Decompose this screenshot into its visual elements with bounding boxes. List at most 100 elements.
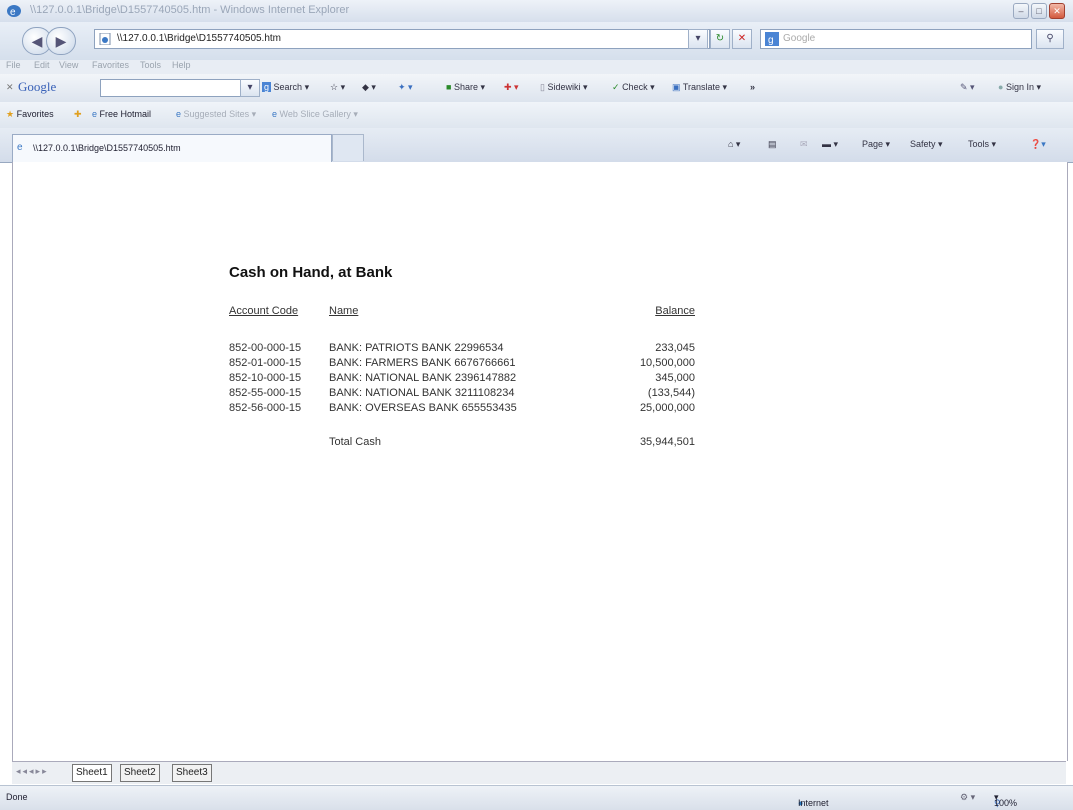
favorites-label: Favorites (16, 109, 54, 119)
feeds-icon[interactable]: ▤ (768, 139, 777, 150)
favorites-button[interactable]: ★ Favorites (6, 109, 54, 120)
page-icon (99, 32, 111, 46)
menu-view[interactable]: View (59, 60, 78, 70)
fav-web-slice-label: Web Slice Gallery (279, 109, 351, 119)
report-title: Cash on Hand, at Bank (229, 264, 393, 281)
svg-text:e: e (10, 7, 16, 18)
toolbar-signin-button[interactable]: ● Sign In ▾ (998, 82, 1041, 93)
toolbar-search-button[interactable]: g Search ▾ (262, 82, 309, 93)
search-button[interactable]: ⚲ (1036, 29, 1064, 49)
row-name: BANK: OVERSEAS BANK 655553435 (329, 402, 517, 414)
title-bar: e \\127.0.0.1\Bridge\D1557740505.htm - W… (0, 0, 1073, 23)
address-row: ◀ ▶ \\127.0.0.1\Bridge\D1557740505.htm ▾… (0, 22, 1073, 60)
toolbar-translate-button[interactable]: ▣ Translate ▾ (672, 82, 727, 93)
read-mail-icon[interactable]: ✉ (800, 139, 808, 150)
toolbar-popup-icon[interactable]: ◆ ▾ (362, 82, 376, 93)
stop-button[interactable]: ✕ (732, 29, 752, 49)
row-name: BANK: NATIONAL BANK 3211108234 (329, 387, 515, 399)
print-icon[interactable]: ▬ ▾ (822, 139, 838, 150)
maximize-button[interactable]: □ (1031, 3, 1047, 19)
browser-tab-active[interactable]: e \\127.0.0.1\Bridge\D1557740505.htm (12, 134, 332, 163)
google-g-icon: g (262, 82, 272, 92)
protected-mode-icon[interactable]: ⚙ ▾ (960, 792, 975, 803)
row-account-code: 852-01-000-15 (229, 357, 302, 369)
toolbar-signin-label: Sign In (1005, 82, 1034, 92)
search-placeholder: Google (783, 33, 816, 44)
menu-file[interactable]: File (6, 60, 21, 70)
toolbar-arrows-icon[interactable]: ✦ ▾ (398, 82, 413, 93)
fav-web-slice-gallery[interactable]: e Web Slice Gallery ▾ (272, 109, 358, 120)
toolbar-translate-label: Translate (682, 82, 721, 92)
menu-tools[interactable]: Tools (140, 60, 161, 70)
safety-menu[interactable]: Safety ▾ (910, 139, 943, 150)
fav-free-hotmail[interactable]: e Free Hotmail (92, 109, 151, 119)
row-name: BANK: PATRIOTS BANK 22996534 (329, 342, 504, 354)
new-tab-button[interactable] (332, 134, 364, 161)
google-toolbar-input[interactable] (100, 79, 242, 97)
row-account-code: 852-10-000-15 (229, 372, 302, 384)
google-toolbar-dropdown[interactable]: ▾ (240, 79, 260, 97)
tab-row: e \\127.0.0.1\Bridge\D1557740505.htm ⌂ ▾… (0, 128, 1073, 163)
sheet-nav-arrows-icon[interactable]: ◂◂◂▸▸ (16, 766, 49, 777)
close-button[interactable]: ✕ (1049, 3, 1065, 19)
zone-label: Internet (798, 798, 829, 808)
row-account-code: 852-00-000-15 (229, 342, 302, 354)
toolbar-bookmark-icon[interactable]: ☆ ▾ (330, 82, 345, 93)
fav-suggested-sites[interactable]: e Suggested Sites ▾ (176, 109, 256, 120)
add-favorite-icon[interactable]: ✚ (74, 109, 82, 120)
menu-bar: File Edit View Favorites Tools Help (0, 60, 1073, 74)
tab-label: \\127.0.0.1\Bridge\D1557740505.htm (33, 143, 181, 153)
header-name: Name (329, 305, 359, 317)
toolbar-check-button[interactable]: ✓ Check ▾ (612, 82, 655, 93)
home-icon[interactable]: ⌂ ▾ (728, 139, 740, 150)
ie-page-icon: e (92, 109, 98, 119)
tools-menu-label: Tools (968, 139, 990, 149)
spellcheck-icon: ✓ (612, 82, 620, 92)
fav-suggested-label: Suggested Sites (183, 109, 250, 119)
ie-logo-icon: e (6, 4, 22, 18)
row-balance: 10,500,000 (639, 357, 695, 369)
page-menu[interactable]: Page ▾ (862, 139, 890, 150)
toolbar-share-button[interactable]: ■ Share ▾ (446, 82, 485, 93)
total-value: 35,944,501 (639, 436, 695, 448)
row-balance: 233,045 (655, 342, 695, 354)
toolbar-wrench-icon[interactable]: ✎ ▾ (960, 82, 975, 93)
help-icon[interactable]: ❓▾ (1030, 139, 1046, 150)
address-dropdown-button[interactable]: ▾ (688, 29, 708, 49)
toolbar-bookmarks-icon[interactable]: ✚ ▾ (504, 82, 519, 93)
refresh-button[interactable]: ↻ (710, 29, 730, 49)
search-field[interactable]: g Google (760, 29, 1032, 49)
row-name: BANK: NATIONAL BANK 2396147882 (329, 372, 517, 384)
forward-button[interactable]: ▶ (46, 27, 76, 55)
safety-menu-label: Safety (910, 139, 936, 149)
toolbar-close-icon[interactable]: ✕ (6, 82, 14, 93)
page-content: Cash on Hand, at Bank Account Code Name … (12, 162, 1068, 761)
toolbar-share-label: Share (453, 82, 478, 92)
toolbar-sidewiki-button[interactable]: ▯ Sidewiki ▾ (540, 82, 588, 93)
sheet-tab-1[interactable]: Sheet1 (72, 764, 112, 782)
header-account-code: Account Code (229, 305, 299, 317)
toolbar-more-button[interactable]: » (750, 82, 755, 92)
zoom-control[interactable]: ⚲ 100% ▾ (994, 792, 1017, 808)
sheet-tab-3[interactable]: Sheet3 (172, 764, 212, 782)
sheet-tab-bar: ◂◂◂▸▸ Sheet1 Sheet2 Sheet3 (12, 761, 1066, 784)
menu-help[interactable]: Help (172, 60, 191, 70)
sidewiki-icon: ▯ (540, 82, 545, 92)
address-text: \\127.0.0.1\Bridge\D1557740505.htm (117, 33, 282, 44)
minimize-button[interactable]: – (1013, 3, 1029, 19)
google-toolbar: ✕ Google ▾ g Search ▾ ☆ ▾ ◆ ▾ ✦ ▾ ■ Shar… (0, 74, 1073, 103)
address-field[interactable]: \\127.0.0.1\Bridge\D1557740505.htm (94, 29, 710, 49)
row-balance: 25,000,000 (639, 402, 695, 414)
sheet-tab-2[interactable]: Sheet2 (120, 764, 160, 782)
toolbar-sidewiki-label: Sidewiki (547, 82, 581, 92)
row-balance: (133,544) (647, 387, 695, 399)
menu-favorites[interactable]: Favorites (92, 60, 129, 70)
row-account-code: 852-55-000-15 (229, 387, 302, 399)
svg-text:g: g (768, 35, 774, 46)
tab-page-icon: e (17, 142, 23, 153)
menu-edit[interactable]: Edit (34, 60, 50, 70)
row-balance: 345,000 (655, 372, 695, 384)
header-balance: Balance (655, 305, 695, 317)
row-account-code: 852-56-000-15 (229, 402, 302, 414)
tools-menu[interactable]: Tools ▾ (968, 139, 996, 150)
